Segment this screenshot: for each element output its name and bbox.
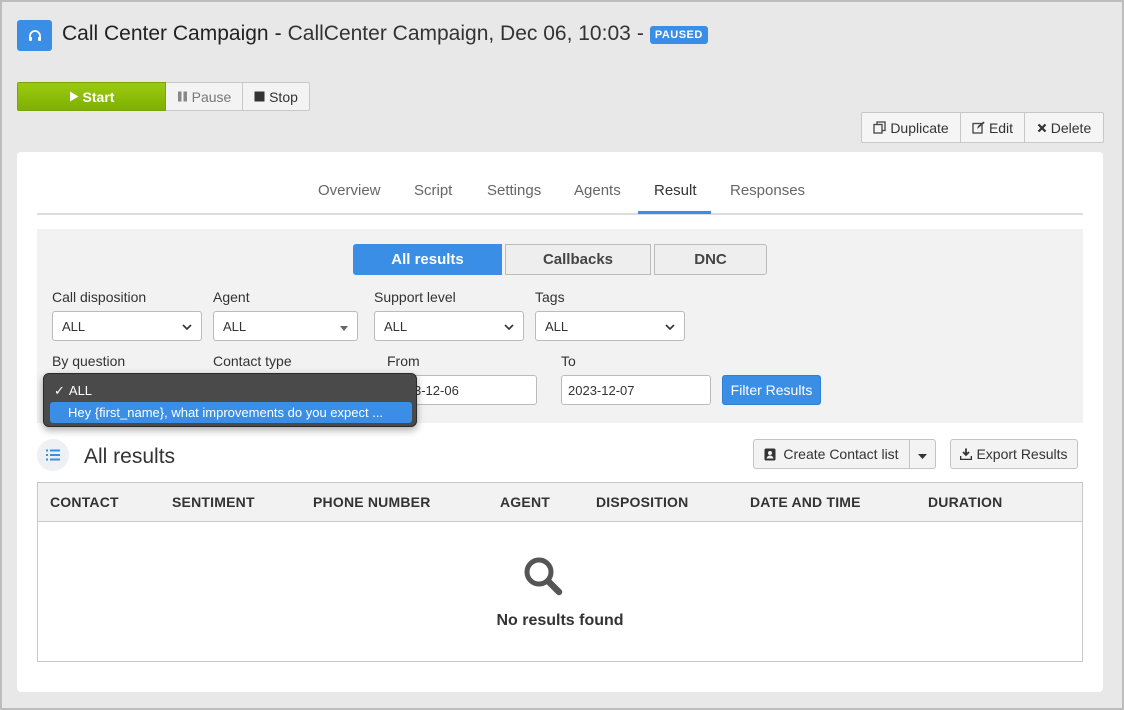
pause-icon: [177, 91, 188, 102]
chevron-down-icon: [504, 319, 514, 334]
create-contact-list-dropdown[interactable]: [909, 439, 936, 469]
active-tab-indicator: [638, 211, 711, 214]
column-duration[interactable]: DURATION: [928, 494, 1002, 510]
checkmark-icon: ✓: [54, 382, 65, 398]
pause-label: Pause: [191, 88, 232, 105]
from-date-value: 3-12-06: [414, 382, 459, 398]
tab-settings[interactable]: Settings: [487, 182, 541, 199]
results-title: All results: [84, 445, 176, 468]
caret-down-icon: [340, 319, 348, 334]
tags-label: Tags: [535, 289, 565, 305]
edit-label: Edit: [988, 119, 1014, 136]
column-disposition[interactable]: DISPOSITION: [596, 494, 688, 510]
delete-label: Delete: [1050, 119, 1092, 136]
duplicate-button[interactable]: Duplicate: [861, 112, 961, 143]
campaign-title: Call Center Campaign: [62, 22, 269, 45]
contact-book-icon: [764, 448, 776, 461]
delete-button[interactable]: Delete: [1025, 112, 1104, 143]
support-level-value: ALL: [384, 318, 408, 334]
create-contact-list-button[interactable]: Create Contact list: [753, 439, 910, 469]
start-button[interactable]: Start: [17, 82, 166, 111]
edit-icon: [972, 121, 985, 134]
call-disposition-label: Call disposition: [52, 289, 147, 305]
tab-agents[interactable]: Agents: [574, 182, 621, 199]
tags-value: ALL: [545, 318, 569, 334]
stop-icon: [254, 91, 265, 102]
edit-button[interactable]: Edit: [961, 112, 1025, 143]
agent-value: ALL: [223, 318, 247, 334]
column-contact[interactable]: CONTACT: [50, 494, 119, 510]
tab-responses[interactable]: Responses: [730, 182, 805, 199]
stop-button[interactable]: Stop: [243, 82, 310, 111]
download-icon: [960, 448, 973, 460]
column-sentiment[interactable]: SENTIMENT: [172, 494, 255, 510]
agent-label: Agent: [213, 289, 250, 305]
play-icon: [69, 91, 79, 102]
dropdown-option-all[interactable]: ✓ ALL: [50, 380, 92, 401]
export-results-label: Export Results: [976, 446, 1068, 462]
column-date-and-time[interactable]: DATE AND TIME: [750, 494, 861, 510]
tab-result[interactable]: Result: [654, 182, 697, 199]
support-level-select[interactable]: ALL: [374, 311, 524, 341]
by-question-dropdown-menu: ✓ ALL Hey {first_name}, what improvement…: [43, 373, 417, 427]
dropdown-option-label: ALL: [68, 383, 93, 398]
to-label: To: [561, 353, 576, 369]
status-badge: PAUSED: [649, 26, 708, 44]
duplicate-label: Duplicate: [890, 119, 949, 136]
segment-all-results[interactable]: All results: [353, 244, 502, 275]
headset-icon: [17, 20, 52, 51]
results-table: CONTACT SENTIMENT PHONE NUMBER AGENT DIS…: [37, 482, 1083, 662]
page-title: Call Center Campaign - CallCenter Campai…: [62, 22, 708, 46]
stop-label: Stop: [269, 88, 298, 105]
close-icon: [1037, 123, 1047, 133]
agent-select[interactable]: ALL: [213, 311, 358, 341]
export-results-button[interactable]: Export Results: [950, 439, 1078, 469]
from-label: From: [387, 353, 420, 369]
copy-icon: [873, 121, 886, 134]
chevron-down-icon: [182, 319, 192, 334]
start-label: Start: [82, 88, 115, 105]
campaign-actions: Duplicate Edit Delete: [861, 112, 1104, 143]
campaign-tabs: Overview Script Settings Agents Result R…: [37, 170, 1083, 215]
create-contact-list-label: Create Contact list: [783, 446, 899, 462]
column-phone-number[interactable]: PHONE NUMBER: [313, 494, 431, 510]
title-dash: -: [636, 22, 644, 45]
contact-type-label: Contact type: [213, 353, 292, 369]
pause-button[interactable]: Pause: [166, 82, 243, 111]
to-date-field[interactable]: 2023-12-07: [561, 375, 711, 405]
call-disposition-value: ALL: [62, 318, 86, 334]
chevron-down-icon: [665, 319, 675, 334]
by-question-label: By question: [52, 353, 126, 369]
title-separator: -: [274, 22, 282, 45]
dropdown-option-label: Hey {first_name}, what improvements do y…: [68, 405, 384, 420]
tab-overview[interactable]: Overview: [318, 182, 381, 199]
tab-script[interactable]: Script: [414, 182, 452, 199]
empty-state-message: No results found: [496, 612, 624, 629]
list-icon: [37, 439, 69, 471]
tags-select[interactable]: ALL: [535, 311, 685, 341]
support-level-label: Support level: [374, 289, 456, 305]
dropdown-option-question[interactable]: Hey {first_name}, what improvements do y…: [50, 402, 412, 423]
to-date-value: 2023-12-07: [568, 382, 635, 398]
campaign-controls: Start Pause Stop: [17, 82, 310, 111]
column-agent[interactable]: AGENT: [500, 494, 550, 510]
caret-down-icon: [918, 446, 927, 462]
call-disposition-select[interactable]: ALL: [52, 311, 202, 341]
table-header: CONTACT SENTIMENT PHONE NUMBER AGENT DIS…: [38, 483, 1082, 522]
search-icon: [522, 555, 564, 600]
segment-dnc[interactable]: DNC: [654, 244, 767, 275]
segment-callbacks[interactable]: Callbacks: [505, 244, 651, 275]
campaign-subtitle: CallCenter Campaign, Dec 06, 10:03: [287, 22, 631, 45]
from-date-field[interactable]: 3-12-06: [407, 375, 537, 405]
filter-results-button[interactable]: Filter Results: [722, 375, 821, 405]
